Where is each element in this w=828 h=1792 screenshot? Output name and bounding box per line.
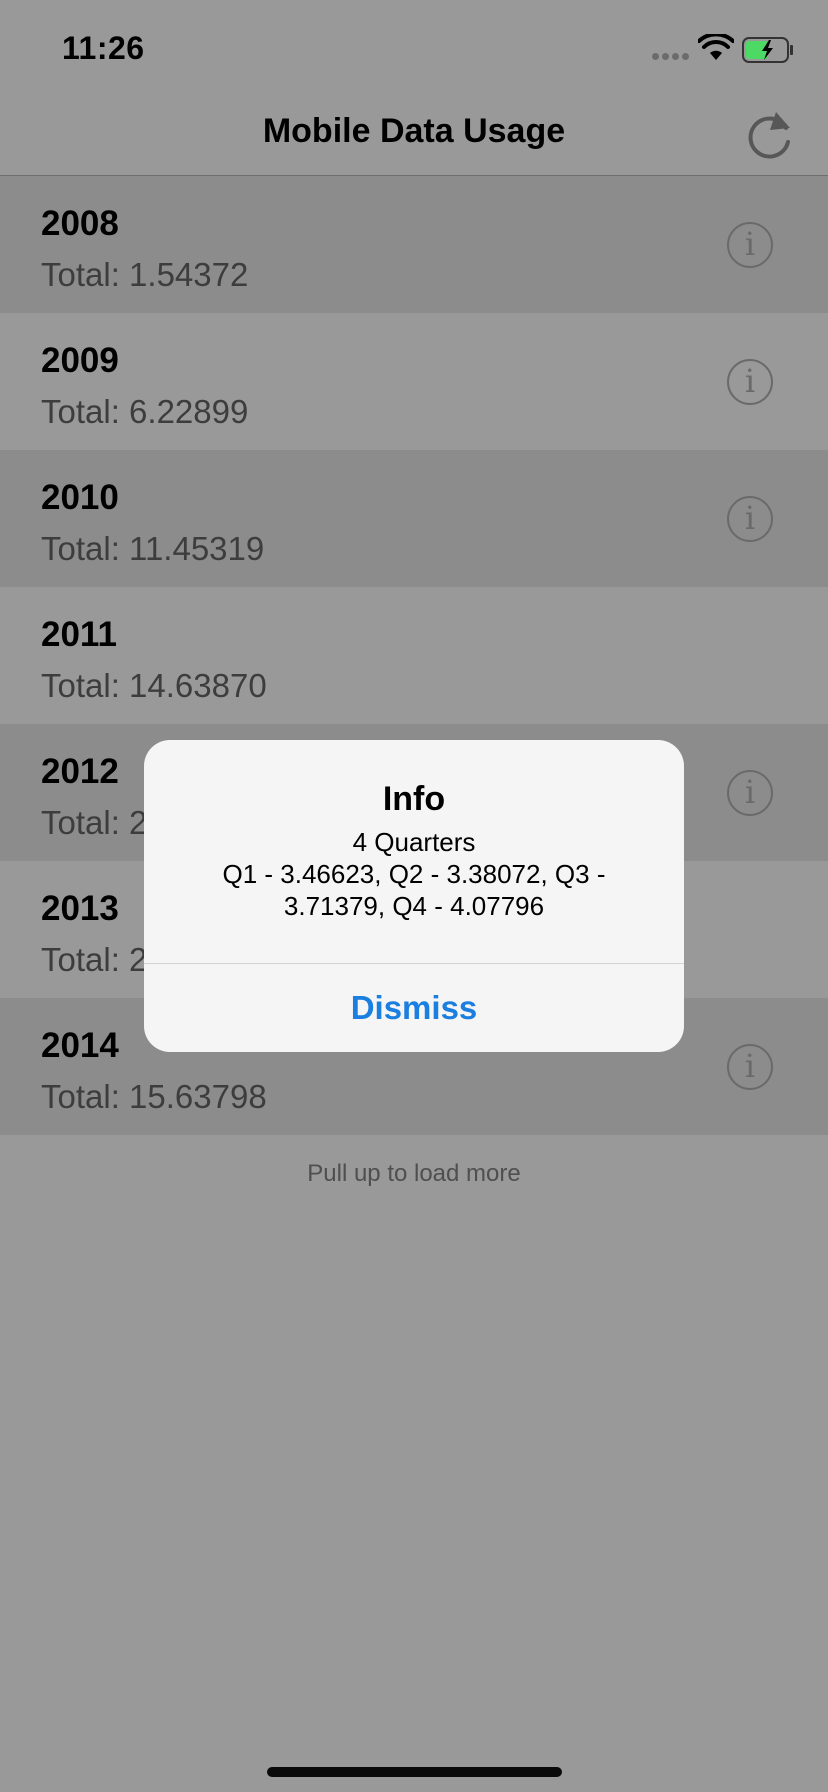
row-year: 2009 bbox=[41, 341, 119, 380]
row-year: 2014 bbox=[41, 1026, 119, 1065]
alert-message-quarter-values: Q1 - 3.46623, Q2 - 3.38072, Q3 - 3.71379… bbox=[222, 859, 606, 921]
list-item-2008[interactable]: 2008 Total: 1.54372 i bbox=[0, 176, 828, 313]
row-total: Total: 11.45319 bbox=[41, 530, 265, 567]
info-icon[interactable]: i bbox=[727, 1044, 773, 1090]
row-year: 2011 bbox=[41, 615, 117, 654]
row-total: Total: 6.22899 bbox=[41, 393, 249, 430]
home-indicator[interactable] bbox=[267, 1767, 562, 1777]
row-year: 2008 bbox=[41, 204, 119, 243]
row-total: Total: 2 bbox=[41, 804, 148, 841]
row-total: Total: 14.63870 bbox=[41, 667, 267, 704]
row-total: Total: 2 bbox=[41, 941, 148, 978]
wifi-icon bbox=[698, 34, 734, 60]
row-year: 2013 bbox=[41, 889, 119, 928]
row-total: Total: 15.63798 bbox=[41, 1078, 267, 1115]
info-icon[interactable]: i bbox=[727, 496, 773, 542]
row-total: Total: 1.54372 bbox=[41, 256, 249, 293]
info-icon[interactable]: i bbox=[727, 359, 773, 405]
alert-title: Info bbox=[382, 780, 446, 818]
dismiss-button[interactable]: Dismiss bbox=[144, 964, 684, 1052]
screen: 11:26 Mobile Data Usage 2008 Total: 1.54… bbox=[0, 0, 828, 1792]
battery-icon bbox=[742, 37, 793, 63]
list-item-2010[interactable]: 2010 Total: 11.45319 i bbox=[0, 450, 828, 587]
info-icon[interactable]: i bbox=[727, 222, 773, 268]
status-bar: 11:26 bbox=[0, 0, 828, 96]
info-alert: Info 4 Quarters Q1 - 3.46623, Q2 - 3.380… bbox=[144, 740, 684, 1052]
load-more-hint: Pull up to load more bbox=[307, 1160, 521, 1187]
list-item-2011[interactable]: 2011 Total: 14.63870 bbox=[0, 587, 828, 724]
cellular-signal-icon bbox=[652, 53, 692, 61]
alert-message: 4 Quarters Q1 - 3.46623, Q2 - 3.38072, Q… bbox=[194, 826, 634, 922]
list-item-2009[interactable]: 2009 Total: 6.22899 i bbox=[0, 313, 828, 450]
navigation-bar: Mobile Data Usage bbox=[0, 96, 828, 176]
refresh-icon[interactable] bbox=[740, 106, 800, 166]
info-icon[interactable]: i bbox=[727, 770, 773, 816]
page-title: Mobile Data Usage bbox=[262, 112, 566, 150]
status-time: 11:26 bbox=[62, 30, 145, 66]
row-year: 2010 bbox=[41, 478, 119, 517]
row-year: 2012 bbox=[41, 752, 119, 791]
alert-message-quarters-count: 4 Quarters bbox=[352, 827, 476, 857]
